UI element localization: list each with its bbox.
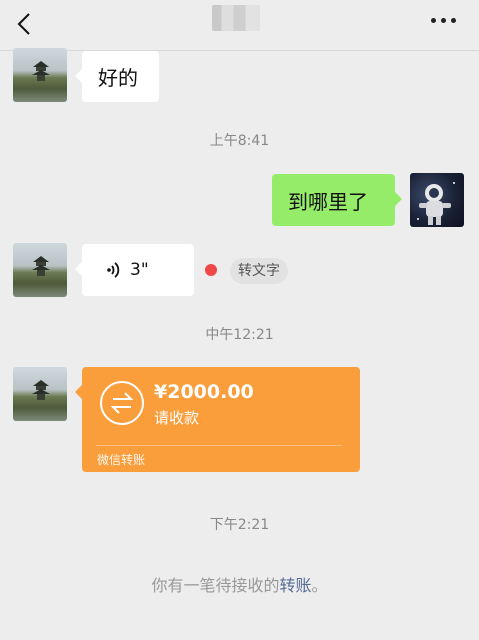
timestamp: 中午12:21	[205, 327, 274, 343]
message-text: 好的	[98, 66, 138, 90]
transfer-arrows-icon	[100, 381, 144, 425]
notice-text: 你有一笔待接收的	[151, 576, 280, 595]
notice-suffix: 。	[311, 576, 328, 595]
contact-name-blurred	[212, 5, 260, 31]
divider	[96, 445, 342, 446]
timestamp: 下午2:21	[209, 517, 270, 533]
transfer-card[interactable]: ¥2000.00 请收款 微信转账	[75, 367, 360, 472]
timestamp: 上午8:41	[209, 133, 270, 149]
unread-dot	[205, 264, 217, 276]
self-avatar[interactable]	[410, 173, 464, 227]
astronaut-image	[417, 182, 455, 225]
voice-to-text-button[interactable]: 转文字	[230, 258, 288, 284]
chevron-left-icon	[17, 13, 30, 35]
back-button[interactable]	[10, 6, 40, 40]
transfer-status: 请收款	[154, 409, 200, 427]
more-button[interactable]	[429, 14, 459, 28]
message-bubble-self[interactable]: 到哪里了	[272, 174, 402, 226]
pagoda-image	[32, 61, 50, 81]
pagoda-image	[32, 380, 50, 400]
friend-avatar[interactable]	[13, 367, 67, 421]
chat-header	[0, 0, 479, 51]
pagoda-image	[32, 256, 50, 276]
more-dots-icon	[431, 18, 436, 23]
transfer-amount: ¥2000.00	[154, 381, 254, 403]
voice-message[interactable]: 3"	[75, 244, 194, 296]
message-text: 到哪里了	[288, 189, 368, 214]
message-bubble-friend[interactable]: 好的	[75, 51, 159, 102]
transfer-link[interactable]: 转账	[279, 576, 311, 595]
voice-duration: 3"	[130, 260, 149, 280]
voice-wave-icon	[107, 262, 120, 278]
friend-avatar[interactable]	[13, 243, 67, 297]
transfer-label: 微信转账	[97, 453, 146, 467]
friend-avatar[interactable]	[13, 48, 67, 102]
system-notice: 你有一笔待接收的转账。	[0, 572, 479, 596]
